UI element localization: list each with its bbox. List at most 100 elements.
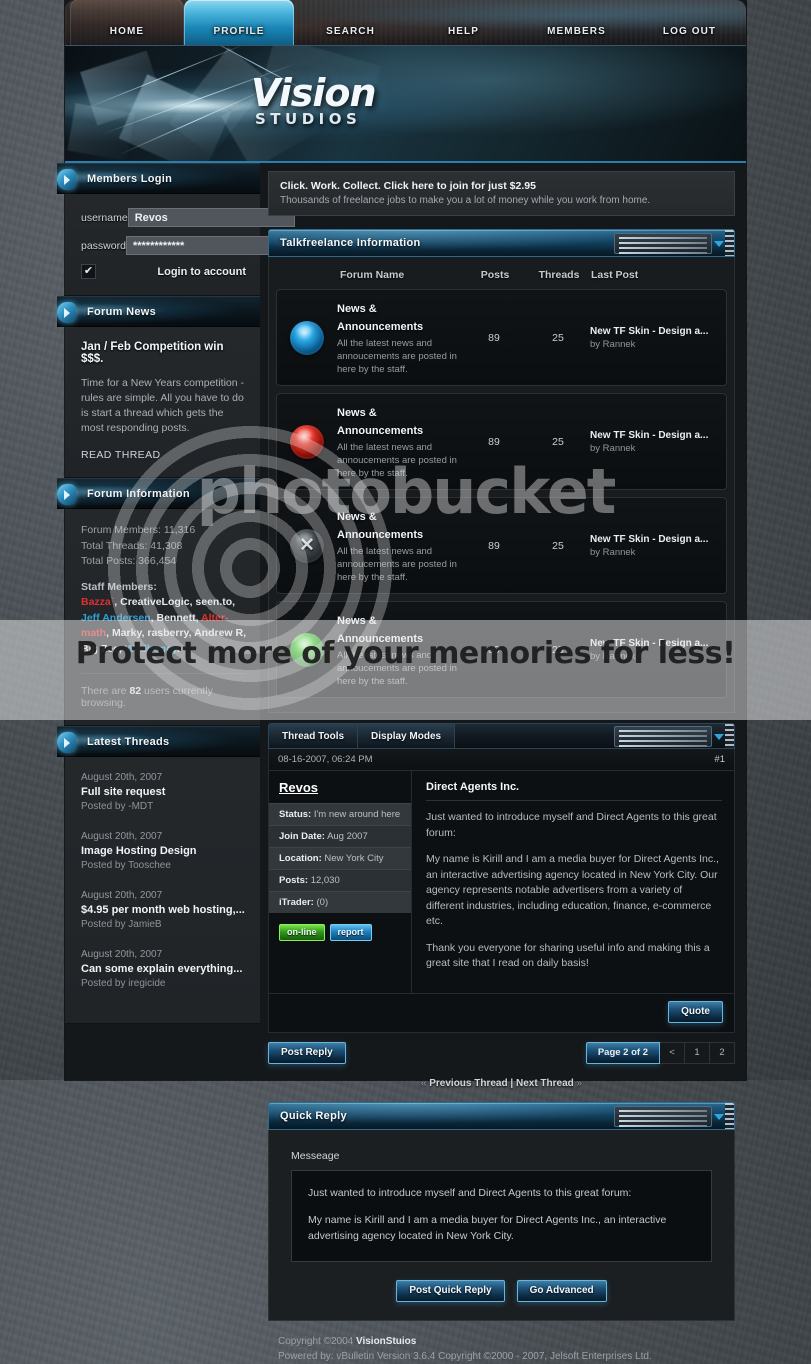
nav-label-home: HOME: [109, 26, 145, 37]
arrow-right-icon: [57, 732, 76, 753]
nav-item-members[interactable]: MEMBERS: [520, 0, 633, 45]
collapse-widget[interactable]: [614, 1105, 712, 1127]
chevron-down-icon[interactable]: [714, 241, 724, 247]
latest-thread-item[interactable]: August 20th, 2007 $4.95 per month web hos…: [81, 889, 246, 932]
staff-member[interactable]: Marky: [112, 627, 142, 639]
footer-copyright: Copyright ©2004 VisionStuios: [278, 1334, 735, 1349]
latest-threads-panel: August 20th, 2007 Full site request Posted…: [65, 757, 260, 1024]
column-header-forum-name: Forum Name: [340, 269, 405, 281]
section-title: Talkfreelance Information: [280, 237, 421, 249]
nav-item-home[interactable]: HOME: [70, 0, 184, 45]
thread-title[interactable]: Can some explain everything...: [81, 962, 246, 977]
nav-item-search[interactable]: SEARCH: [294, 0, 407, 45]
news-read-thread-link[interactable]: READ THREAD: [81, 449, 246, 461]
latest-thread-item[interactable]: August 20th, 2007 Image Hosting Design Pos…: [81, 830, 246, 873]
message-textarea[interactable]: Just wanted to introduce myself and Dire…: [291, 1169, 712, 1262]
thread-title[interactable]: Full site request: [81, 785, 246, 800]
forum-row[interactable]: News & Announcements All the latest news …: [276, 393, 727, 490]
display-modes-button[interactable]: Display Modes: [358, 724, 456, 748]
latest-thread-item[interactable]: August 20th, 2007 Full site request Posted…: [81, 771, 246, 814]
latest-thread-item[interactable]: August 20th, 2007 Can some explain everyt…: [81, 948, 246, 991]
arrow-right-icon: [57, 484, 76, 505]
staff-member[interactable]: Jeff Andersen: [81, 612, 151, 624]
nav-item-logout[interactable]: LOG OUT: [633, 0, 746, 45]
post-paragraph: Just wanted to introduce myself and Dire…: [426, 811, 717, 839]
login-submit-link[interactable]: Login to account: [157, 266, 246, 278]
go-advanced-button[interactable]: Go Advanced: [516, 1279, 607, 1302]
quote-button[interactable]: Quote: [668, 1000, 723, 1023]
section-header-talkfreelance-information: Talkfreelance Information: [268, 229, 735, 257]
last-post-title[interactable]: New TF Skin - Design a...: [590, 430, 722, 441]
pagination: Page 2 of 2 < 1 2: [585, 1041, 735, 1064]
online-status-button[interactable]: on-line: [279, 924, 325, 941]
post-container: Revos Status: I'm new around here Join D…: [268, 771, 735, 994]
forum-description: All the latest news and annoucements are…: [337, 442, 457, 479]
forum-description: All the latest news and annoucements are…: [337, 650, 457, 687]
page-2-button[interactable]: 2: [710, 1041, 735, 1064]
author-posts: Posts: 12,030: [269, 869, 411, 891]
thread-title[interactable]: Image Hosting Design: [81, 844, 246, 859]
forum-row[interactable]: News & Announcements All the latest news …: [276, 289, 727, 386]
author-status: Status: I'm new around here: [269, 803, 411, 825]
nav-item-profile[interactable]: PROFILE: [184, 0, 294, 45]
report-post-button[interactable]: report: [329, 924, 372, 941]
thread-navigation: « Previous Thread | Next Thread »: [268, 1078, 735, 1089]
last-post-title[interactable]: New TF Skin - Design a...: [590, 638, 722, 649]
staff-member[interactable]: CreativeLogic: [120, 596, 189, 608]
copyright-site-name: VisionStuios: [355, 1335, 417, 1347]
forum-name[interactable]: News & Announcements: [337, 407, 423, 437]
forum-name[interactable]: News & Announcements: [337, 303, 423, 333]
site-logo[interactable]: Vision STUDIOS: [251, 74, 377, 128]
author-buttons: on-line report: [269, 913, 411, 950]
post-timestamp: 08-16-2007, 06:24 PM: [278, 754, 373, 765]
staff-member[interactable]: seen.to: [195, 596, 232, 608]
news-body: Time for a New Years competition - rules…: [81, 377, 245, 434]
thread-date: August 20th, 2007: [81, 772, 163, 783]
logo-secondary-text: STUDIOS: [255, 110, 362, 128]
collapse-widget[interactable]: [614, 726, 712, 747]
thread-title[interactable]: $4.95 per month web hosting,...: [81, 903, 246, 918]
thread-tools-button[interactable]: Thread Tools: [269, 724, 359, 748]
staff-member[interactable]: rasberry: [147, 627, 188, 639]
last-post-title[interactable]: New TF Skin - Design a...: [590, 326, 722, 337]
sidebar: Members Login username password ✔ Login …: [57, 163, 295, 1044]
forum-last-post-cell: New TF Skin - Design a... by Rannek: [590, 326, 722, 350]
remember-me-checkbox[interactable]: ✔: [81, 264, 96, 279]
forum-row[interactable]: News & Announcements All the latest news …: [276, 497, 727, 594]
chevron-down-icon[interactable]: [714, 1113, 724, 1120]
last-post-title[interactable]: New TF Skin - Design a...: [590, 534, 722, 545]
staff-members-label: Staff Members:: [81, 580, 157, 593]
nav-item-help[interactable]: HELP: [407, 0, 520, 45]
message-paragraph: Just wanted to introduce myself and Dire…: [308, 1186, 632, 1199]
forum-name[interactable]: News & Announcements: [337, 511, 423, 541]
next-thread-link[interactable]: Next Thread: [516, 1078, 574, 1089]
collapse-widget[interactable]: [614, 233, 712, 254]
sidebar-heading-label: Members Login: [87, 172, 173, 185]
advertisement-banner[interactable]: Click. Work. Collect. Click here to join…: [268, 171, 735, 216]
page-prev-button[interactable]: <: [660, 1041, 685, 1064]
section-grip-icon: [725, 230, 734, 256]
post-number[interactable]: #1: [714, 754, 725, 765]
staff-member[interactable]: Bazza`: [81, 596, 114, 608]
staff-member[interactable]: Andrew R: [194, 627, 243, 639]
forum-row[interactable]: News & Announcements All the latest news …: [276, 601, 727, 698]
forum-status-orb-icon: [290, 528, 324, 563]
previous-thread-link[interactable]: Previous Thread: [429, 1078, 507, 1089]
column-header-threads: Threads: [538, 269, 580, 281]
author-username[interactable]: Revos: [269, 780, 411, 803]
thread-nav-separator: |: [510, 1077, 514, 1089]
forum-information-panel: Forum Members: 11,316 Total Threads: 41,…: [65, 509, 260, 726]
ad-headline: Click. Work. Collect. Click here to join…: [280, 180, 536, 192]
forum-name[interactable]: News & Announcements: [337, 615, 423, 645]
staff-member[interactable]: Big Zee: [81, 643, 119, 655]
staff-member[interactable]: Bennett: [156, 612, 195, 624]
post-quick-reply-button[interactable]: Post Quick Reply: [396, 1279, 505, 1302]
nav-label-help: HELP: [447, 26, 480, 37]
post-reply-button[interactable]: Post Reply: [268, 1041, 346, 1064]
staff-member[interactable]: Wildhoney: [125, 643, 177, 655]
status-label: Status:: [279, 809, 312, 820]
chevron-down-icon[interactable]: [714, 734, 724, 740]
page-1-button[interactable]: 1: [685, 1041, 710, 1064]
nav-label-logout: LOG OUT: [662, 26, 717, 37]
forum-table-header: Forum Name Posts Threads Last Post: [276, 264, 727, 289]
